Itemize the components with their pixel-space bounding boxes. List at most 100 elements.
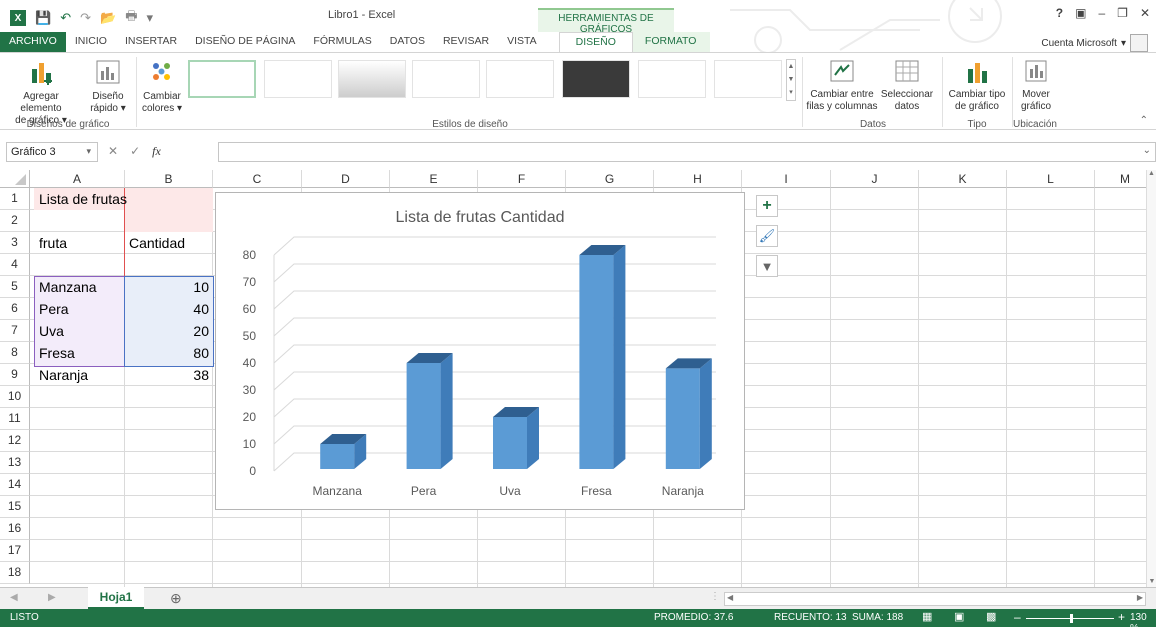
tab-diseno[interactable]: DISEÑO [558,32,633,52]
column-header-e[interactable]: E [390,170,478,188]
cell-qty[interactable]: 20 [126,321,212,341]
tab-datos[interactable]: DATOS [381,32,434,52]
row-header-11[interactable]: 11 [0,408,30,430]
print-icon[interactable]: 🖶 [125,7,137,29]
page-layout-view-icon[interactable]: ▣ [954,610,964,623]
row-header-1[interactable]: 1 [0,188,30,210]
chart-style-7[interactable] [638,60,706,98]
row-header-15[interactable]: 15 [0,496,30,518]
normal-view-icon[interactable]: ▦ [922,610,932,623]
column-header-f[interactable]: F [478,170,566,188]
sheet-tab-hoja1[interactable]: Hoja1 [88,587,144,609]
column-header-j[interactable]: J [831,170,919,188]
account-area[interactable]: Cuenta Microsoft ▾ [1041,34,1148,52]
add-chart-element-button[interactable]: Agregar elemento de gráfico ▾ [4,59,78,127]
cell-a1[interactable]: Lista de frutas [36,189,130,209]
select-data-button[interactable]: Seleccionar datos [874,59,940,113]
column-header-i[interactable]: I [742,170,831,188]
name-box[interactable]: Gráfico 3 ▾ [6,142,98,162]
chart-style-6[interactable] [562,60,630,98]
help-icon[interactable]: ? [1056,6,1063,20]
page-break-view-icon[interactable]: ▩ [986,610,996,623]
tab-diseno-pagina[interactable]: DISEÑO DE PÁGINA [186,32,304,52]
column-header-b[interactable]: B [125,170,213,188]
cell-fruit[interactable]: Fresa [36,343,78,363]
change-chart-type-button[interactable]: Cambiar tipo de gráfico [944,59,1010,113]
close-icon[interactable]: ✕ [1140,6,1150,20]
row-header-17[interactable]: 17 [0,540,30,562]
column-header-h[interactable]: H [654,170,742,188]
column-header-c[interactable]: C [213,170,302,188]
zoom-in-icon[interactable]: + [1118,610,1125,624]
add-sheet-icon[interactable]: ⊕ [170,590,182,607]
ribbon-display-icon[interactable]: ▣ [1075,6,1086,20]
cell-fruit[interactable]: Pera [36,299,72,319]
chart-object[interactable]: Lista de frutas Cantidad 0 10 20 30 40 50 60 70… [215,192,745,510]
row-header-7[interactable]: 7 [0,320,30,342]
tab-insertar[interactable]: INSERTAR [116,32,186,52]
column-header-a[interactable]: A [30,170,125,188]
scroll-right-icon[interactable]: ▶ [1137,593,1143,602]
tab-archivo[interactable]: ARCHIVO [0,32,66,52]
cell-a3[interactable]: fruta [36,233,70,253]
select-all-corner[interactable] [0,170,30,188]
chart-style-8[interactable] [714,60,782,98]
row-header-6[interactable]: 6 [0,298,30,320]
row-header-3[interactable]: 3 [0,232,30,254]
styles-scrollbar[interactable]: ▲ ▼ ▾ [786,59,796,101]
restore-icon[interactable]: ❐ [1117,6,1128,20]
chart-elements-button[interactable]: + [756,195,778,217]
column-header-d[interactable]: D [302,170,390,188]
prev-sheet-icon[interactable]: ◀ [10,592,18,603]
avatar[interactable] [1130,34,1148,52]
row-header-13[interactable]: 13 [0,452,30,474]
tab-inicio[interactable]: INICIO [66,32,116,52]
zoom-slider[interactable] [1026,614,1114,623]
row-header-12[interactable]: 12 [0,430,30,452]
chart-filters-button[interactable]: ▼ [756,255,778,277]
row-header-4[interactable]: 4 [0,254,30,276]
row-header-16[interactable]: 16 [0,518,30,540]
cell-fruit[interactable]: Naranja [36,365,91,385]
row-header-5[interactable]: 5 [0,276,30,298]
cell-qty[interactable]: 80 [126,343,212,363]
cell-fruit[interactable]: Uva [36,321,67,341]
column-header-k[interactable]: K [919,170,1007,188]
row-header-18[interactable]: 18 [0,562,30,584]
cell-qty[interactable]: 40 [126,299,212,319]
account-name[interactable]: Cuenta Microsoft [1041,38,1117,49]
cell-qty[interactable]: 10 [126,277,212,297]
chart-style-2[interactable] [264,60,332,98]
chart-style-3[interactable] [338,60,406,98]
row-header-14[interactable]: 14 [0,474,30,496]
horizontal-scrollbar[interactable]: ◀ ▶ [724,592,1146,606]
zoom-level[interactable]: 130 % [1130,612,1156,634]
scroll-left-icon[interactable]: ◀ [727,593,733,602]
formula-input[interactable]: ⌄ [218,142,1156,162]
move-chart-button[interactable]: Mover gráfico [1014,59,1058,113]
redo-icon[interactable]: ↷ [80,10,91,26]
chart-style-5[interactable] [486,60,554,98]
collapse-ribbon-icon[interactable]: ⌃ [1140,115,1148,126]
save-icon[interactable]: 💾 [35,10,51,26]
cell-fruit[interactable]: Manzana [36,277,100,297]
row-header-9[interactable]: 9 [0,364,30,386]
cell-b3[interactable]: Cantidad [126,233,188,253]
change-colors-button[interactable]: Cambiar colores ▾ [140,59,184,115]
chart-styles-button[interactable]: 🖌 [756,225,778,247]
open-folder-icon[interactable]: 📂 [100,10,116,26]
zoom-slider-thumb[interactable] [1070,614,1073,623]
undo-icon[interactable]: ↶ [60,10,71,26]
cancel-icon[interactable]: ✕ [108,144,118,159]
tab-revisar[interactable]: REVISAR [434,32,498,52]
tabs-splitter-icon[interactable]: ⋮ [710,591,720,602]
next-sheet-icon[interactable]: ▶ [48,592,56,603]
chart-style-1[interactable] [188,60,256,98]
quick-layout-button[interactable]: Diseño rápido ▾ [84,59,132,115]
column-header-g[interactable]: G [566,170,654,188]
customize-toolbar-icon[interactable]: ▾ [146,10,153,26]
row-header-2[interactable]: 2 [0,210,30,232]
vertical-scrollbar[interactable]: ▲ ▼ [1146,170,1156,587]
chart-style-4[interactable] [412,60,480,98]
expand-formula-icon[interactable]: ⌄ [1143,145,1151,156]
